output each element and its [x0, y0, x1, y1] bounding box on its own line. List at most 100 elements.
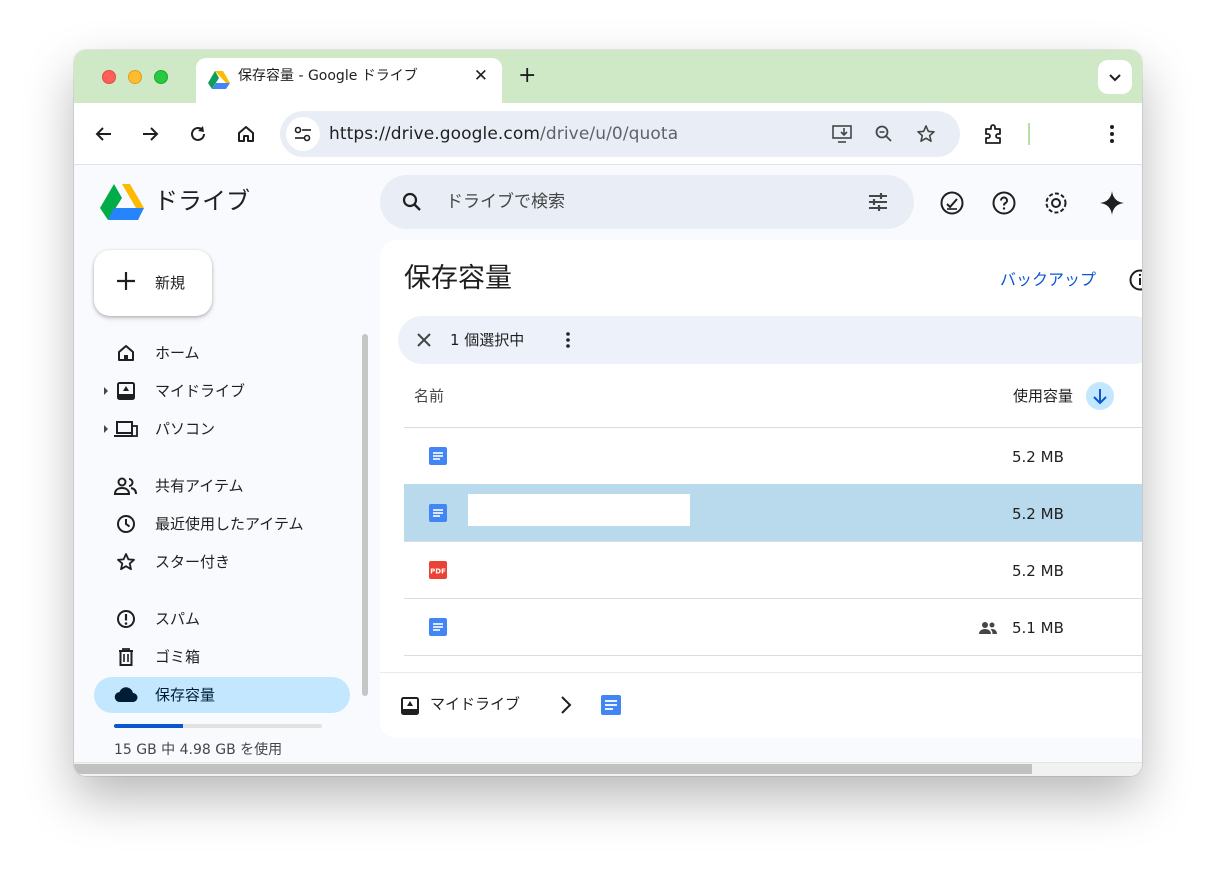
new-button[interactable]: 新規: [94, 250, 212, 316]
sidebar-item-label: パソコン: [155, 420, 216, 438]
pdf-file-icon: PDF: [429, 561, 447, 579]
redacted-file-name: [468, 494, 690, 526]
drive-search-bar[interactable]: ドライブで検索: [380, 175, 914, 229]
backup-link[interactable]: バックアップ: [1000, 270, 1096, 290]
search-placeholder[interactable]: ドライブで検索: [446, 192, 565, 212]
sidebar-item-label: ホーム: [155, 344, 200, 362]
zoom-button[interactable]: [872, 122, 896, 146]
selection-more-button[interactable]: [556, 328, 580, 352]
search-options-icon[interactable]: [866, 190, 890, 214]
table-row[interactable]: 5.2 MB: [404, 427, 1142, 484]
check-circle-icon: [940, 191, 964, 215]
more-vert-icon: [566, 332, 570, 348]
google-docs-icon: [429, 618, 447, 636]
ready-offline-button[interactable]: [939, 190, 965, 216]
minimize-window-button[interactable]: [128, 70, 142, 84]
profile-divider: [1028, 123, 1030, 145]
sidebar-item-recent[interactable]: 最近使用したアイテム: [94, 506, 350, 542]
cloud-icon: [114, 683, 138, 707]
my-drive-icon: [114, 379, 138, 403]
clock-icon: [114, 512, 138, 536]
browser-window: 保存容量 - Google ドライブ ✕ + https://drive.goo…: [74, 50, 1142, 776]
search-icon[interactable]: [400, 190, 424, 214]
home-icon: [114, 341, 138, 365]
back-button[interactable]: [92, 122, 116, 146]
google-drive-logo-icon: [100, 184, 144, 220]
extensions-button[interactable]: [982, 122, 1006, 146]
horizontal-scrollbar-thumb[interactable]: [74, 764, 1032, 774]
file-size: 5.2 MB: [1012, 562, 1064, 580]
storage-quota-bar: [114, 724, 322, 728]
reload-button[interactable]: [186, 122, 210, 146]
arrow-left-icon: [95, 127, 111, 141]
tab-search-button[interactable]: [1098, 60, 1132, 94]
arrow-down-icon: [1093, 389, 1107, 405]
settings-button[interactable]: [1043, 190, 1069, 216]
sidebar-item-starred[interactable]: スター付き: [94, 544, 350, 580]
sidebar-item-storage[interactable]: 保存容量: [94, 677, 350, 713]
sidebar-item-trash[interactable]: ゴミ箱: [94, 639, 350, 675]
bookmark-star-button[interactable]: [914, 122, 938, 146]
url-text[interactable]: https://drive.google.com/drive/u/0/quota: [329, 123, 678, 145]
forward-button[interactable]: [138, 122, 162, 146]
tab-drive-storage[interactable]: 保存容量 - Google ドライブ ✕: [196, 58, 502, 104]
file-size: 5.1 MB: [1012, 619, 1064, 637]
home-button[interactable]: [234, 122, 258, 146]
new-button-label: 新規: [155, 274, 186, 292]
table-row[interactable]: 5.1 MB: [404, 598, 1142, 655]
new-tab-button[interactable]: +: [518, 64, 536, 88]
url-path: /drive/u/0/quota: [540, 124, 679, 144]
pdf-badge-text: PDF: [430, 568, 446, 576]
sidebar-item-label: 共有アイテム: [155, 477, 244, 495]
sidebar-item-spam[interactable]: スパム: [94, 601, 350, 637]
shared-people-icon: [114, 474, 138, 498]
browser-menu-button[interactable]: [1100, 122, 1124, 146]
star-outline-icon: [917, 125, 935, 143]
app-name: ドライブ: [154, 187, 250, 215]
expand-caret-icon[interactable]: [104, 425, 108, 433]
browser-toolbar: https://drive.google.com/drive/u/0/quota: [74, 103, 1142, 165]
google-docs-icon: [429, 504, 447, 522]
address-bar[interactable]: https://drive.google.com/drive/u/0/quota: [280, 111, 960, 157]
table-row[interactable]: PDF 5.2 MB: [404, 541, 1142, 598]
close-icon: [417, 333, 431, 347]
url-host: https://drive.google.com: [329, 124, 541, 144]
sidebar-item-shared[interactable]: 共有アイテム: [94, 468, 350, 504]
sidebar-item-my-drive[interactable]: マイドライブ: [94, 373, 350, 409]
zoom-window-button[interactable]: [154, 70, 168, 84]
site-info-button[interactable]: [286, 117, 320, 151]
shared-people-icon: [979, 622, 997, 634]
sidebar-item-label: 保存容量: [155, 686, 216, 704]
trash-icon: [114, 645, 138, 669]
storage-quota-fill: [114, 724, 184, 728]
sidebar-item-home[interactable]: ホーム: [94, 335, 350, 371]
chevron-down-icon: [1109, 74, 1121, 82]
column-header-name[interactable]: 名前: [414, 386, 444, 406]
install-app-button[interactable]: [830, 122, 854, 146]
tab-close-icon[interactable]: ✕: [474, 66, 488, 86]
google-docs-icon[interactable]: [600, 694, 622, 716]
gear-icon: [1045, 192, 1067, 214]
close-window-button[interactable]: [102, 70, 116, 84]
selection-count: 1 個選択中: [450, 331, 525, 349]
sidebar-item-computers[interactable]: パソコン: [94, 411, 350, 447]
sidebar-item-label: 最近使用したアイテム: [155, 515, 304, 533]
table-row-divider: [404, 655, 1142, 656]
breadcrumb-my-drive[interactable]: マイドライブ: [430, 694, 520, 714]
tab-strip: 保存容量 - Google ドライブ ✕ +: [74, 50, 1142, 104]
expand-caret-icon[interactable]: [104, 387, 108, 395]
gemini-button[interactable]: [1099, 190, 1125, 216]
storage-usage-text: 15 GB 中 4.98 GB を使用: [114, 742, 283, 758]
column-header-size[interactable]: 使用容量: [1013, 386, 1073, 406]
sort-direction-button[interactable]: [1086, 382, 1114, 410]
install-desktop-icon: [832, 125, 852, 143]
info-icon[interactable]: [1128, 268, 1142, 292]
help-button[interactable]: [991, 190, 1017, 216]
google-drive-favicon-icon: [208, 71, 230, 89]
help-icon: [992, 191, 1016, 215]
plus-icon: [117, 272, 135, 290]
sidebar-scrollbar[interactable]: [362, 334, 368, 696]
zoom-out-icon: [875, 125, 892, 142]
clear-selection-button[interactable]: [412, 328, 436, 352]
table-row-selected[interactable]: 5.2 MB: [404, 484, 1142, 541]
